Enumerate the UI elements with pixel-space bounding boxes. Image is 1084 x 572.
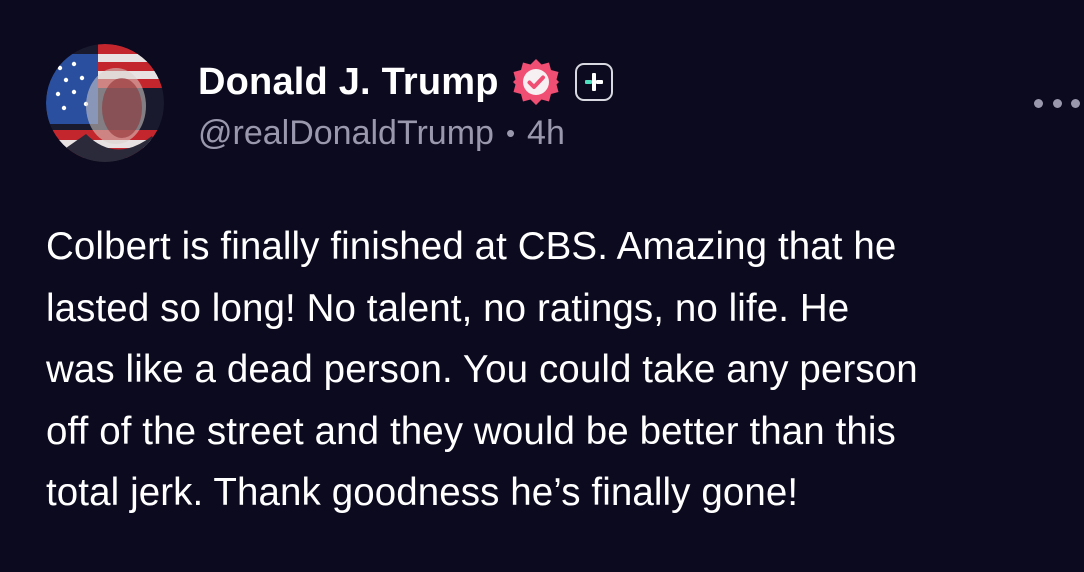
plus-button[interactable] xyxy=(574,63,613,101)
display-name[interactable]: Donald J. Trump xyxy=(198,61,499,104)
post-card: Donald J. Trump @realDonaldTrump • 4h Co… xyxy=(0,0,1084,572)
handle[interactable]: @realDonaldTrump xyxy=(198,114,494,153)
more-horizontal-icon-dot xyxy=(1071,98,1080,108)
verified-badge-icon xyxy=(511,57,561,107)
post-header: Donald J. Trump @realDonaldTrump • 4h xyxy=(198,56,613,153)
more-horizontal-icon-dot xyxy=(1052,98,1062,108)
avatar-image xyxy=(46,44,164,162)
more-options-button[interactable] xyxy=(1034,88,1080,118)
post-text: Colbert is finally finished at CBS. Amaz… xyxy=(46,225,918,514)
name-row: Donald J. Trump xyxy=(198,56,613,108)
more-horizontal-icon xyxy=(1034,98,1043,108)
separator-dot: • xyxy=(505,118,516,148)
timestamp[interactable]: 4h xyxy=(527,114,565,153)
handle-row: @realDonaldTrump • 4h xyxy=(198,114,613,153)
plus-icon xyxy=(584,73,603,91)
avatar[interactable] xyxy=(46,44,164,162)
